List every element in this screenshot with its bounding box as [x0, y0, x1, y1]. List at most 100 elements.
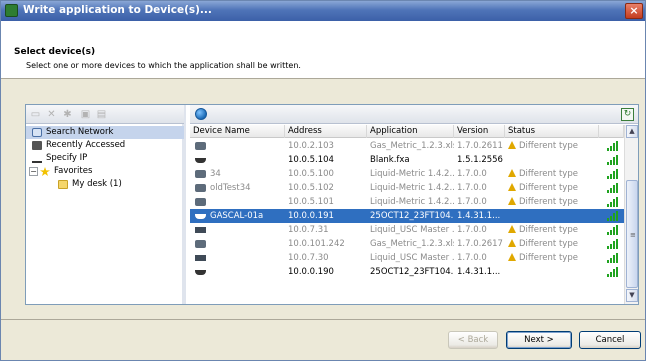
signal-strength-icon: [607, 155, 619, 165]
back-button[interactable]: < Back: [448, 331, 498, 349]
column-device-name[interactable]: Device Name: [190, 125, 285, 138]
cell-address: 10.0.5.104: [288, 155, 334, 165]
page-subtitle: Select one or more devices to which the …: [26, 61, 301, 70]
table-header: Device Name Address Application Version …: [190, 125, 638, 138]
cell-address: 10.0.7.30: [288, 253, 329, 263]
scroll-thumb[interactable]: ≡: [626, 180, 638, 288]
cell-name: GASCAL-01a: [210, 211, 264, 221]
cell-version: 1.4.31.1...: [457, 211, 501, 221]
cell-status: Different type: [508, 139, 600, 153]
device-table-body: 10.0.2.103 Gas_Metric_1.2.3.xls 1.7.0.2611…: [190, 139, 624, 279]
dialog-window: Write application to Device(s)... × Sele…: [0, 0, 646, 361]
title-bar[interactable]: Write application to Device(s)... ×: [1, 1, 645, 21]
status-text: Different type: [519, 239, 578, 249]
cell-version: 1.7.0.2611: [457, 141, 503, 151]
gascal-meter-icon: [195, 142, 206, 150]
warning-icon: [508, 141, 516, 149]
column-application[interactable]: Application: [367, 125, 454, 138]
device-icon: [195, 214, 206, 219]
folder-icon: [58, 180, 68, 189]
tree-item[interactable]: Search Network: [26, 126, 184, 139]
new-folder-icon[interactable]: ▭: [30, 109, 41, 120]
warning-icon: [508, 253, 516, 261]
device-icon: [195, 270, 206, 275]
footer-divider: [1, 319, 645, 320]
column-status[interactable]: Status: [505, 125, 599, 138]
cell-application: Gas_Metric_1.2.3.xls: [370, 239, 454, 249]
status-text: Different type: [519, 141, 578, 151]
cell-name: oldTest34: [210, 183, 251, 193]
cell-address: 10.0.0.191: [288, 211, 334, 221]
table-row[interactable]: 10.0.101.242 Gas_Metric_1.2.3.xls 1.7.0.26…: [190, 237, 624, 251]
network-device-icon: [195, 255, 206, 261]
tree-item[interactable]: − Favorites: [26, 165, 184, 178]
tree-item[interactable]: My desk (1): [26, 178, 184, 191]
cell-status: Different type: [508, 251, 600, 265]
scroll-up-button[interactable]: ▲: [626, 125, 638, 138]
cell-application: Liquid-Metric 1.4.2....: [370, 169, 454, 179]
column-address[interactable]: Address: [285, 125, 367, 138]
table-row[interactable]: 10.0.2.103 Gas_Metric_1.2.3.xls 1.7.0.2611…: [190, 139, 624, 153]
search-network-icon: [32, 128, 42, 137]
cell-application: Liquid-Metric 1.4.2....: [370, 197, 454, 207]
collapse-icon[interactable]: −: [29, 167, 38, 176]
vertical-scrollbar[interactable]: ▲ ≡ ▼: [624, 125, 638, 304]
next-button[interactable]: Next >: [506, 331, 572, 349]
save-icon[interactable]: ▣: [80, 109, 91, 120]
table-row[interactable]: oldTest34 10.0.5.102 Liquid-Metric 1.4.2..…: [190, 181, 624, 195]
status-text: Different type: [519, 253, 578, 263]
column-version[interactable]: Version: [454, 125, 505, 138]
table-row[interactable]: GASCAL-01a 10.0.0.191 25OCT12_23FT104... 1.…: [190, 209, 624, 223]
gascal-meter-icon: [195, 184, 206, 192]
status-text: Different type: [519, 225, 578, 235]
table-row[interactable]: 10.0.7.31 Liquid_USC Master ... 1.7.0.0 Dif…: [190, 223, 624, 237]
cell-address: 10.0.101.242: [288, 239, 345, 249]
cell-version: 1.5.1.2556: [457, 155, 503, 165]
gascal-meter-icon: [195, 240, 206, 248]
tree-item-label: My desk (1): [72, 179, 122, 189]
cell-status: Different type: [508, 167, 600, 181]
warning-icon: [508, 225, 516, 233]
ip-icon: [32, 154, 42, 163]
refresh-icon[interactable]: ↻: [621, 108, 634, 121]
table-row[interactable]: 34 10.0.5.100 Liquid-Metric 1.4.2.... 1.7.0…: [190, 167, 624, 181]
table-row[interactable]: 10.0.5.104 Blank.fxa 1.5.1.2556: [190, 153, 624, 167]
device-selection-panel: ▭ ✕ ✱ ▣ ▤ Search Network Recently Accesse…: [25, 104, 639, 305]
gascal-meter-icon: [195, 198, 206, 206]
cell-address: 10.0.2.103: [288, 141, 334, 151]
status-text: Different type: [519, 183, 578, 193]
signal-strength-icon: [607, 267, 619, 277]
copy-icon[interactable]: ▤: [96, 109, 107, 120]
tree-item[interactable]: Recently Accessed: [26, 139, 184, 152]
settings-icon[interactable]: ✱: [62, 109, 73, 120]
warning-icon: [508, 183, 516, 191]
page-title: Select device(s): [14, 47, 96, 57]
tree-item-label: Search Network: [46, 127, 114, 137]
scroll-down-button[interactable]: ▼: [626, 289, 638, 302]
table-row[interactable]: 10.0.0.190 25OCT12_23FT104... 1.4.31.1...: [190, 265, 624, 279]
cell-application: Liquid-Metric 1.4.2....: [370, 183, 454, 193]
warning-icon: [508, 169, 516, 177]
signal-strength-icon: [607, 211, 619, 221]
cell-version: 1.7.0.0: [457, 169, 487, 179]
table-row[interactable]: 10.0.7.30 Liquid_USC Master ... 1.7.0.0 Dif…: [190, 251, 624, 265]
wizard-header: Select device(s) Select one or more devi…: [1, 21, 645, 79]
cell-address: 10.0.5.102: [288, 183, 334, 193]
location-tree: Search Network Recently Accessed Specify I…: [26, 126, 184, 191]
cell-address: 10.0.0.190: [288, 267, 334, 277]
device-list-pane: ↻ Device Name Address Application Versio…: [190, 105, 638, 304]
signal-strength-icon: [607, 183, 619, 193]
tree-item[interactable]: Specify IP: [26, 152, 184, 165]
cell-version: 1.7.0.0: [457, 183, 487, 193]
cell-application: Liquid_USC Master ...: [370, 253, 454, 263]
globe-icon[interactable]: [195, 108, 207, 120]
close-button[interactable]: ×: [625, 3, 643, 19]
table-row[interactable]: 10.0.5.101 Liquid-Metric 1.4.2.... 1.7.0.0…: [190, 195, 624, 209]
delete-icon[interactable]: ✕: [46, 109, 57, 120]
tree-item-label: Recently Accessed: [46, 140, 126, 150]
column-signal[interactable]: [599, 125, 624, 138]
cancel-button[interactable]: Cancel: [579, 331, 641, 349]
signal-strength-icon: [607, 253, 619, 263]
cell-status: Different type: [508, 195, 600, 209]
cell-version: 1.7.0.2617: [457, 239, 503, 249]
